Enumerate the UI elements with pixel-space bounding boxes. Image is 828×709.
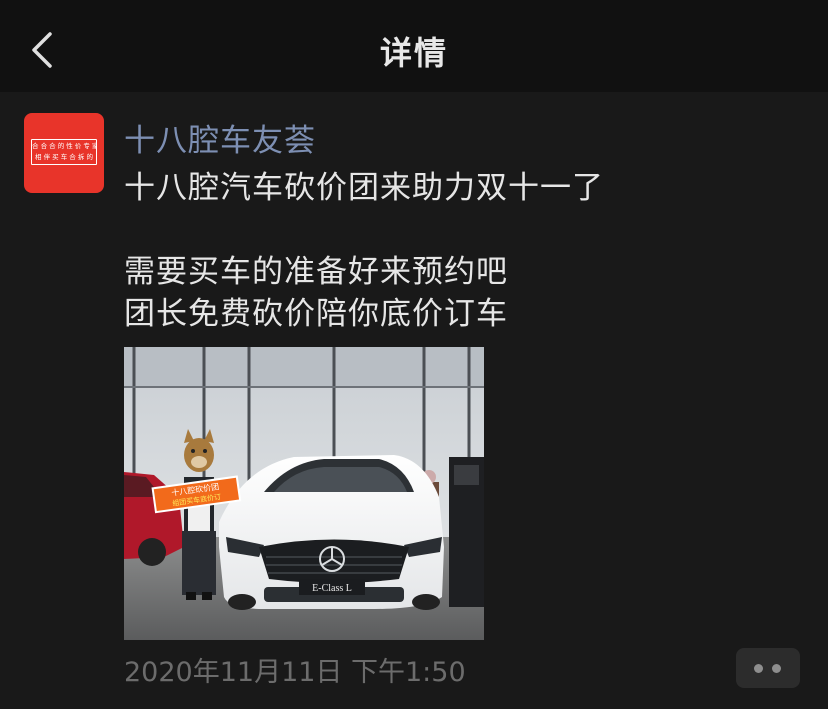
avatar-logo-frame: 合 合 合 的 性 价 专 家 相 伴 买 车 合 拆 的 [31, 139, 97, 165]
avatar-text-line-1: 合 合 合 的 性 价 专 家 [32, 142, 96, 150]
plate-text: E-Class L [312, 583, 352, 594]
car-showroom-photo: E-Class L 十八腔砍价团 组团买车底价订 [124, 347, 484, 640]
navigation-bar: 详情 [0, 0, 828, 92]
post-photo[interactable]: E-Class L 十八腔砍价团 组团买车底价订 [124, 347, 484, 640]
more-dots-icon [772, 664, 781, 673]
more-options-button[interactable] [736, 648, 800, 688]
avatar-text-line-2: 相 伴 买 车 合 拆 的 [35, 153, 93, 161]
author-name[interactable]: 十八腔车友荟 [124, 115, 316, 160]
post-timestamp: 2020年11月11日 下午1:50 [124, 657, 466, 688]
post-text: 十八腔汽车砍价团来助力双十一了 需要买车的准备好来预约吧 团长免费砍价陪你底价订… [124, 170, 604, 332]
avatar[interactable]: 合 合 合 的 性 价 专 家 相 伴 买 车 合 拆 的 [24, 113, 104, 193]
page-title: 详情 [379, 34, 448, 72]
more-dots-icon [754, 664, 763, 673]
